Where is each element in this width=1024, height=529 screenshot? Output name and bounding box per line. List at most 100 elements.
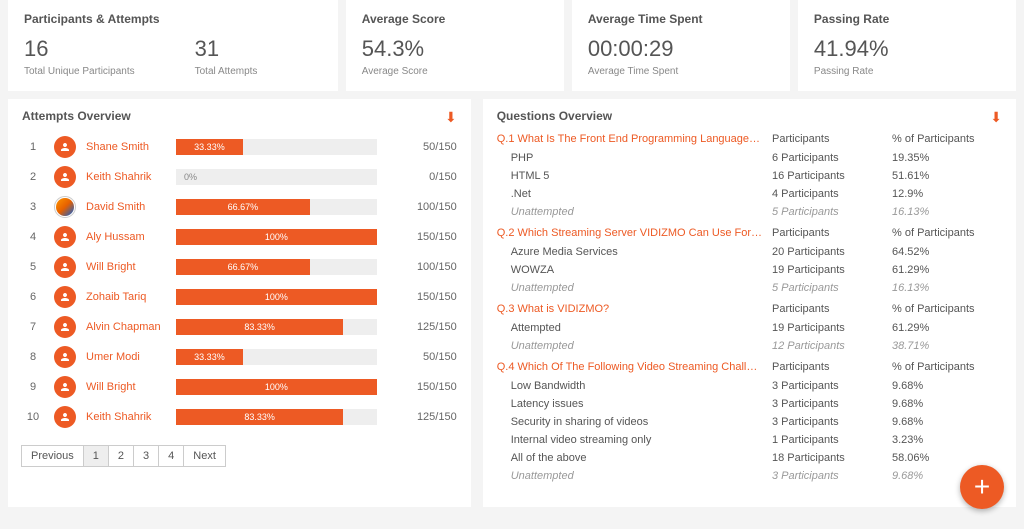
score-value: 150/150	[407, 291, 457, 303]
participant-name[interactable]: Will Bright	[86, 381, 176, 393]
participant-name[interactable]: Keith Shahrik	[86, 171, 176, 183]
download-icon[interactable]: ⬇	[445, 109, 457, 126]
option-percent: 51.61%	[892, 170, 1002, 182]
option-label: Unattempted	[511, 282, 772, 294]
score-bar: 0%	[176, 169, 377, 185]
option-participants: 6 Participants	[772, 152, 892, 164]
question-title[interactable]: Q.4 Which Of The Following Video Streami…	[497, 361, 772, 373]
participant-name[interactable]: Shane Smith	[86, 141, 176, 153]
score-bar: 66.67%	[176, 259, 377, 275]
stat-avg-time: Average Time Spent 00:00:29 Average Time…	[572, 0, 790, 91]
score-bar: 33.33%	[176, 139, 377, 155]
pagination: Previous 1 2 3 4 Next	[22, 445, 457, 467]
question-title[interactable]: Q.1 What Is The Front End Programming La…	[497, 133, 772, 145]
option-row: Latency issues3 Participants9.68%	[497, 395, 1002, 413]
option-percent: 58.06%	[892, 452, 1002, 464]
option-participants: 4 Participants	[772, 188, 892, 200]
pager-previous[interactable]: Previous	[21, 445, 84, 467]
avatar[interactable]	[54, 406, 76, 428]
option-percent: 9.68%	[892, 380, 1002, 392]
participant-name[interactable]: Umer Modi	[86, 351, 176, 363]
avatar[interactable]	[54, 166, 76, 188]
question-title[interactable]: Q.2 Which Streaming Server VIDIZMO Can U…	[497, 227, 772, 239]
score-bar: 100%	[176, 229, 377, 245]
avatar[interactable]	[54, 256, 76, 278]
option-label: Unattempted	[511, 340, 772, 352]
rank: 7	[22, 321, 44, 333]
user-icon	[59, 321, 71, 333]
add-button[interactable]: +	[960, 465, 1004, 509]
option-label: All of the above	[511, 452, 772, 464]
score-bar: 100%	[176, 379, 377, 395]
pager-page-1[interactable]: 1	[83, 445, 109, 467]
score-value: 125/150	[407, 411, 457, 423]
score-percent: 33.33%	[194, 349, 225, 365]
avatar[interactable]	[54, 316, 76, 338]
user-icon	[59, 261, 71, 273]
participant-name[interactable]: Keith Shahrik	[86, 411, 176, 423]
rank: 3	[22, 201, 44, 213]
option-participants: 3 Participants	[772, 398, 892, 410]
attempt-row: 5Will Bright66.67%100/150	[22, 253, 457, 281]
option-participants: 3 Participants	[772, 380, 892, 392]
participant-name[interactable]: Aly Hussam	[86, 231, 176, 243]
option-label: .Net	[511, 188, 772, 200]
participant-name[interactable]: Alvin Chapman	[86, 321, 176, 333]
rank: 6	[22, 291, 44, 303]
participant-name[interactable]: Zohaib Tariq	[86, 291, 176, 303]
rank: 5	[22, 261, 44, 273]
user-icon	[59, 171, 71, 183]
option-row: Internal video streaming only1 Participa…	[497, 431, 1002, 449]
option-row: Attempted19 Participants61.29%	[497, 319, 1002, 337]
pager-page-2[interactable]: 2	[108, 445, 134, 467]
option-percent: 3.23%	[892, 434, 1002, 446]
option-percent: 64.52%	[892, 246, 1002, 258]
download-icon[interactable]: ⬇	[990, 109, 1002, 126]
plus-icon: +	[974, 471, 990, 503]
avatar[interactable]	[54, 136, 76, 158]
passing-rate-value: 41.94%	[814, 36, 1000, 62]
pager-page-3[interactable]: 3	[133, 445, 159, 467]
user-icon	[59, 381, 71, 393]
pager-page-4[interactable]: 4	[158, 445, 184, 467]
rank: 2	[22, 171, 44, 183]
col-percent: % of Participants	[892, 133, 1002, 145]
question-title[interactable]: Q.3 What is VIDIZMO?	[497, 303, 772, 315]
avatar[interactable]	[54, 196, 76, 218]
participant-name[interactable]: David Smith	[86, 201, 176, 213]
col-percent: % of Participants	[892, 361, 1002, 373]
avatar[interactable]	[54, 286, 76, 308]
option-label: Unattempted	[511, 206, 772, 218]
unique-participants-label: Total Unique Participants	[24, 66, 135, 77]
rank: 10	[22, 411, 44, 423]
pager-next[interactable]: Next	[183, 445, 226, 467]
participant-name[interactable]: Will Bright	[86, 261, 176, 273]
option-label: Low Bandwidth	[511, 380, 772, 392]
option-row: Low Bandwidth3 Participants9.68%	[497, 377, 1002, 395]
attempt-row: 9Will Bright100%150/150	[22, 373, 457, 401]
avatar[interactable]	[54, 226, 76, 248]
option-percent: 19.35%	[892, 152, 1002, 164]
option-participants: 19 Participants	[772, 264, 892, 276]
firefox-icon	[56, 198, 74, 216]
option-row: Azure Media Services20 Participants64.52…	[497, 243, 1002, 261]
col-percent: % of Participants	[892, 227, 1002, 239]
option-label: Latency issues	[511, 398, 772, 410]
score-bar: 66.67%	[176, 199, 377, 215]
avg-score-value: 54.3%	[362, 36, 548, 62]
avatar[interactable]	[54, 376, 76, 398]
option-percent: 9.68%	[892, 416, 1002, 428]
question-block: Q.4 Which Of The Following Video Streami…	[497, 361, 1002, 485]
attempt-row: 7Alvin Chapman83.33%125/150	[22, 313, 457, 341]
option-row: PHP6 Participants19.35%	[497, 149, 1002, 167]
option-row: WOWZA19 Participants61.29%	[497, 261, 1002, 279]
attempt-row: 4Aly Hussam100%150/150	[22, 223, 457, 251]
option-row: Unattempted3 Participants9.68%	[497, 467, 1002, 485]
panel-title: Attempts Overview	[22, 109, 457, 123]
option-percent: 61.29%	[892, 264, 1002, 276]
score-bar: 83.33%	[176, 409, 377, 425]
option-label: PHP	[511, 152, 772, 164]
avatar[interactable]	[54, 346, 76, 368]
option-label: WOWZA	[511, 264, 772, 276]
stat-title: Passing Rate	[814, 12, 1000, 26]
